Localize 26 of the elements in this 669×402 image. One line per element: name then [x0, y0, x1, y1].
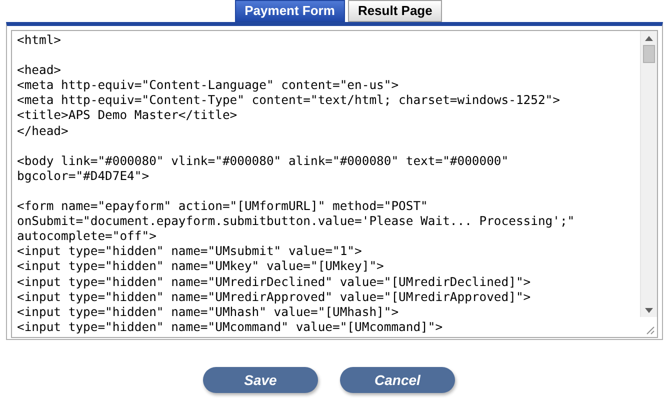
code-line: <meta http-equiv="Content-Type" content="text/html; charset=windows-1252">	[17, 93, 560, 108]
code-line: <form name="epayform" action="[UMformURL]" method="POST"	[17, 199, 428, 214]
code-line: autocomplete="off">	[17, 229, 156, 244]
code-line: <input type="hidden" name="UMredirDeclined" value="[UMredirDeclined]">	[17, 274, 531, 290]
code-line: <html>	[17, 33, 62, 48]
tab[interactable]: Result Page	[348, 0, 442, 22]
code-line: <input type="hidden" name="UMkey" value="[UMkey]">	[17, 259, 384, 274]
scrollbar[interactable]	[640, 31, 657, 317]
code-line: <input type="hidden" name="UMcommand" value="[UMcommand]">	[17, 320, 443, 335]
code-line: <input type="hidden" name="UMsubmit" value="1">	[17, 244, 362, 260]
scroll-down-icon[interactable]	[645, 308, 653, 313]
resize-grip-icon[interactable]	[645, 325, 655, 335]
code-line: <meta http-equiv="Content-Language" content="en-us">	[17, 78, 399, 94]
code-line: <head>	[17, 63, 62, 78]
tab[interactable]: Payment Form	[234, 0, 345, 22]
scroll-up-icon[interactable]	[645, 36, 653, 41]
code-line: </head>	[17, 124, 68, 139]
code-line: bgcolor="#D4D7E4">	[17, 168, 150, 184]
code-line: <title>APS Demo Master</title>	[17, 108, 238, 124]
code-line: onSubmit="document.epayform.submitbutton.value='Please Wait... Processing';"	[17, 214, 575, 230]
code-line: <input type="hidden" name="UMhash" value="[UMhash]">	[17, 304, 399, 320]
code-line: <input type="hidden" name="UMredirApproved" value="[UMredirApproved]">	[17, 290, 531, 305]
code-line: <body link="#000080" vlink="#000080" alink="#000080" text="#000000"	[17, 154, 509, 169]
action-button[interactable]: Cancel	[340, 367, 455, 393]
action-button[interactable]: Save	[203, 367, 318, 393]
scroll-thumb[interactable]	[643, 45, 655, 63]
